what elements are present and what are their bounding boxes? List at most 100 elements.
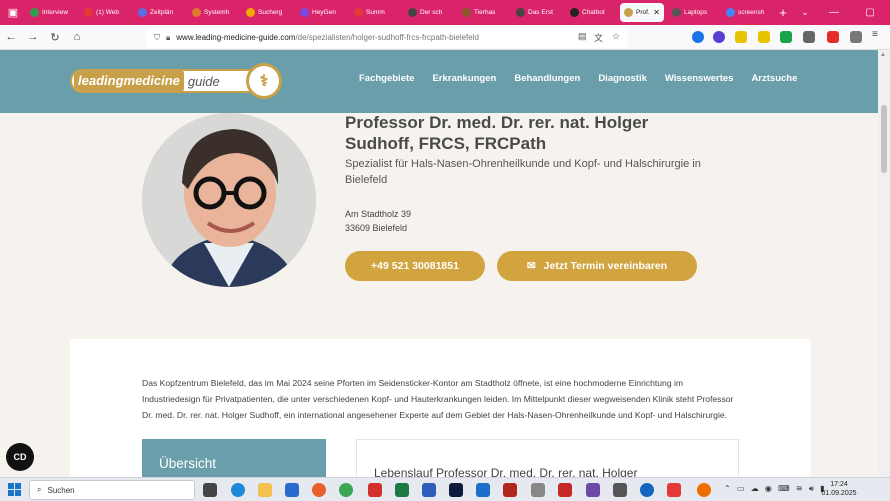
- browser-tab[interactable]: Chatbot: [566, 3, 616, 22]
- antivirus-icon[interactable]: [558, 483, 572, 497]
- maximize-button[interactable]: ▢: [852, 0, 888, 25]
- photoshop-icon[interactable]: [449, 483, 463, 497]
- app-icon[interactable]: [531, 483, 545, 497]
- bookmark-star-icon[interactable]: ☆: [612, 31, 620, 42]
- extension-icon[interactable]: [780, 31, 792, 43]
- browser-tab[interactable]: Interview: [26, 3, 76, 22]
- nav-link[interactable]: Diagnostik: [598, 73, 647, 84]
- tab-favicon-icon: [408, 8, 417, 17]
- firefox-icon[interactable]: [312, 483, 326, 497]
- browser-tab[interactable]: Systemh: [188, 3, 238, 22]
- translate-icon[interactable]: 文: [594, 31, 603, 44]
- tab-label: Chatbot: [582, 9, 605, 16]
- browser-tab[interactable]: Summ: [350, 3, 400, 22]
- edge-icon[interactable]: [231, 483, 245, 497]
- tab-favicon-icon: [624, 8, 633, 17]
- app-icon[interactable]: [640, 483, 654, 497]
- nav-link[interactable]: Behandlungen: [514, 73, 580, 84]
- tab-favicon-icon: [192, 8, 201, 17]
- task-view-icon[interactable]: [203, 483, 217, 497]
- tab-favicon-icon: [30, 8, 39, 17]
- excel-icon[interactable]: [395, 483, 409, 497]
- app-icon[interactable]: [667, 483, 681, 497]
- browser-tab[interactable]: Das Erst: [512, 3, 562, 22]
- site-logo[interactable]: leadingmedicine guide ⚕: [70, 63, 283, 99]
- scroll-up-icon[interactable]: ▲: [880, 52, 886, 58]
- browser-tab[interactable]: HeyGen: [296, 3, 346, 22]
- app-icon[interactable]: [613, 483, 627, 497]
- outlook-icon[interactable]: [476, 483, 490, 497]
- tab-label: Prof.: [636, 9, 650, 16]
- system-tray-icons[interactable]: ⌃ ▭ ☁ ◉ ⌨ ≋ 🔊︎ ▮: [724, 484, 827, 494]
- overview-heading: Übersicht: [159, 456, 217, 471]
- account-icon[interactable]: [713, 31, 725, 43]
- extensions-puzzle-icon[interactable]: [850, 31, 862, 43]
- extension-icon[interactable]: [803, 31, 815, 43]
- forward-icon[interactable]: →: [22, 31, 44, 43]
- address-city: 33609 Bielefeld: [345, 223, 408, 233]
- file-explorer-icon[interactable]: [258, 483, 272, 497]
- envelope-icon: ✉: [526, 260, 536, 272]
- nav-link[interactable]: Arztsuche: [751, 73, 797, 84]
- filezilla-icon[interactable]: [503, 483, 517, 497]
- browser-tab[interactable]: Laptops: [668, 3, 718, 22]
- store-icon[interactable]: [285, 483, 299, 497]
- windows-start-icon[interactable]: [8, 483, 21, 496]
- word-icon[interactable]: [422, 483, 436, 497]
- browser-tab[interactable]: (1) Web: [80, 3, 130, 22]
- site-header: leadingmedicine guide ⚕ Fachgebiete Erkra…: [0, 50, 878, 113]
- menu-icon[interactable]: ≡: [872, 29, 884, 41]
- phone-button[interactable]: +49 521 30081851: [345, 251, 485, 281]
- tab-list: Interview (1) Web Zeitplän Systemh Sucherg He…: [26, 3, 772, 22]
- acrobat-icon[interactable]: [368, 483, 382, 497]
- back-icon[interactable]: ←: [0, 31, 22, 43]
- tab-favicon-icon: [246, 8, 255, 17]
- lock-icon[interactable]: 🔒︎: [166, 33, 170, 43]
- new-tab-button[interactable]: +: [772, 5, 794, 20]
- address-bar[interactable]: ⛉ 🔒︎ www.leading-medicine-guide.com /de/…: [146, 27, 628, 48]
- browser-tab[interactable]: Tierhas: [458, 3, 508, 22]
- ublock-icon[interactable]: [827, 31, 839, 43]
- extension-icon[interactable]: [758, 31, 770, 43]
- practice-address: Am Stadtholz 39 33609 Bielefeld: [345, 207, 411, 235]
- overview-panel[interactable]: Übersicht: [142, 439, 326, 477]
- tab-list-menu-icon[interactable]: ⌄: [794, 7, 816, 18]
- chrome-icon[interactable]: [339, 483, 353, 497]
- reader-view-icon[interactable]: ▤: [578, 31, 587, 42]
- taskbar-clock[interactable]: 17:24 01.09.2025: [816, 480, 862, 498]
- tab-label: HeyGen: [312, 9, 336, 16]
- reload-icon[interactable]: ↻: [44, 31, 66, 44]
- taskbar-search[interactable]: ⌕ Suchen: [29, 480, 195, 500]
- close-tab-icon[interactable]: ✕: [653, 8, 660, 17]
- tab-label: Laptops: [684, 9, 708, 16]
- browser-tab[interactable]: Der sch: [404, 3, 454, 22]
- nav-link[interactable]: Erkrankungen: [432, 73, 496, 84]
- browser-tab[interactable]: Prof. ✕: [620, 3, 664, 22]
- tab-favicon-icon: [570, 8, 579, 17]
- notification-app-icon[interactable]: [697, 483, 711, 497]
- browser-tab[interactable]: Sucherg: [242, 3, 292, 22]
- cv-panel: Lebenslauf Professor Dr. med. Dr. rer. n…: [356, 439, 739, 480]
- phone-number: +49 521 30081851: [371, 260, 459, 272]
- logo-text-guide: guide: [187, 73, 220, 89]
- download-icon[interactable]: [692, 31, 704, 43]
- home-icon[interactable]: ⌂: [66, 31, 88, 43]
- scrollbar-thumb[interactable]: [881, 105, 887, 173]
- tab-overview-icon[interactable]: ▣: [0, 0, 26, 25]
- browser-tab[interactable]: screensh: [722, 3, 772, 22]
- browser-tab-strip: ▣ Interview (1) Web Zeitplän Systemh Sucherg…: [0, 0, 890, 25]
- appointment-button[interactable]: ✉ Jetzt Termin vereinbaren: [497, 251, 697, 281]
- nav-link[interactable]: Wissenswertes: [665, 73, 734, 84]
- nav-link[interactable]: Fachgebiete: [359, 73, 414, 84]
- tab-favicon-icon: [516, 8, 525, 17]
- chat-widget-button[interactable]: CD: [6, 443, 34, 471]
- minimize-button[interactable]: —: [816, 0, 852, 25]
- taskbar-search-label: Suchen: [47, 485, 75, 495]
- extension-icon[interactable]: [735, 31, 747, 43]
- app-icon[interactable]: [586, 483, 600, 497]
- tracking-protection-icon[interactable]: ⛉: [154, 33, 160, 43]
- tab-label: screensh: [738, 9, 765, 16]
- browser-tab[interactable]: Zeitplän: [134, 3, 184, 22]
- tab-favicon-icon: [138, 8, 147, 17]
- page-scrollbar[interactable]: ▲: [878, 50, 890, 477]
